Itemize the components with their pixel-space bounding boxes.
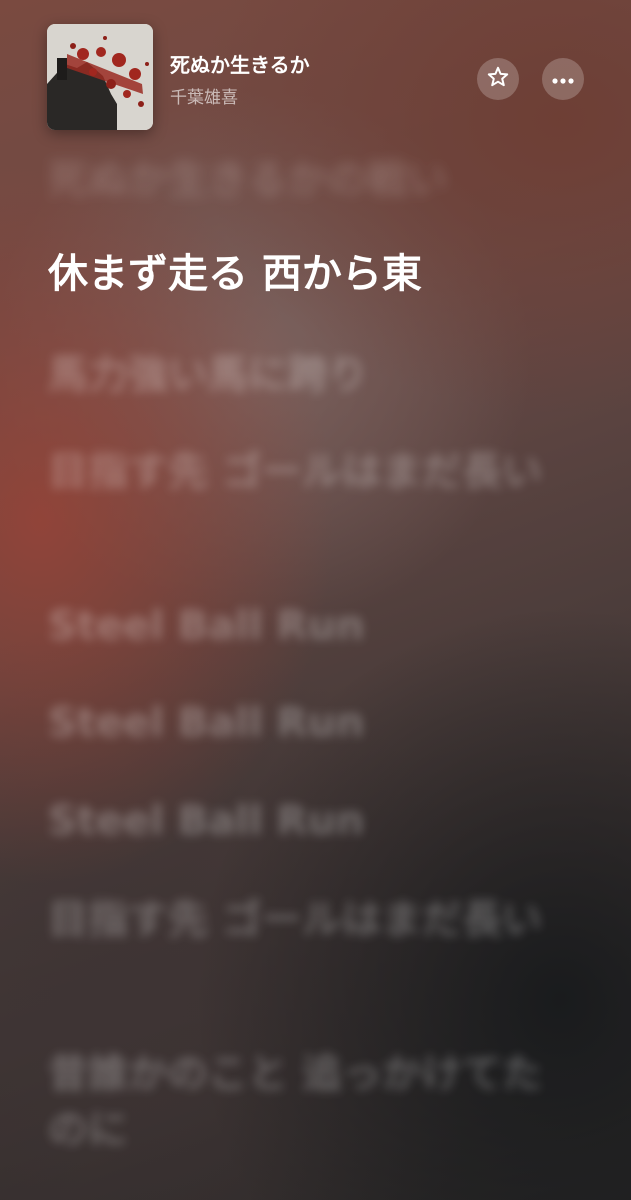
lyric-line[interactable]: 馬力強い馬に跨り — [48, 347, 578, 403]
now-playing-header: 死ぬか生きるか 千葉雄喜 — [0, 0, 631, 150]
lyric-line[interactable]: 目指す先 ゴールはまだ長い — [48, 444, 578, 500]
favorite-button[interactable] — [477, 58, 519, 100]
lyric-line[interactable]: 目指す先 ゴールはまだ長い — [48, 892, 578, 948]
lyric-line[interactable]: Steel Ball Run — [48, 793, 578, 849]
lyric-line-current[interactable]: 休まず走る 西から東 — [48, 246, 578, 302]
lyric-line[interactable]: Steel Ball Run — [48, 598, 578, 654]
lyric-line[interactable]: 死ぬか生きるかの戦い — [48, 152, 578, 208]
ellipsis-icon — [551, 70, 575, 89]
lyric-line[interactable]: Steel Ball Run — [48, 695, 578, 751]
star-outline-icon — [486, 65, 510, 93]
album-artwork[interactable] — [47, 24, 153, 130]
more-options-button[interactable] — [542, 58, 584, 100]
lyric-line[interactable]: 昔誰かのこと 追っかけてたのに — [48, 1046, 578, 1158]
song-title[interactable]: 死ぬか生きるか — [170, 49, 310, 78]
artist-name[interactable]: 千葉雄喜 — [170, 83, 238, 108]
